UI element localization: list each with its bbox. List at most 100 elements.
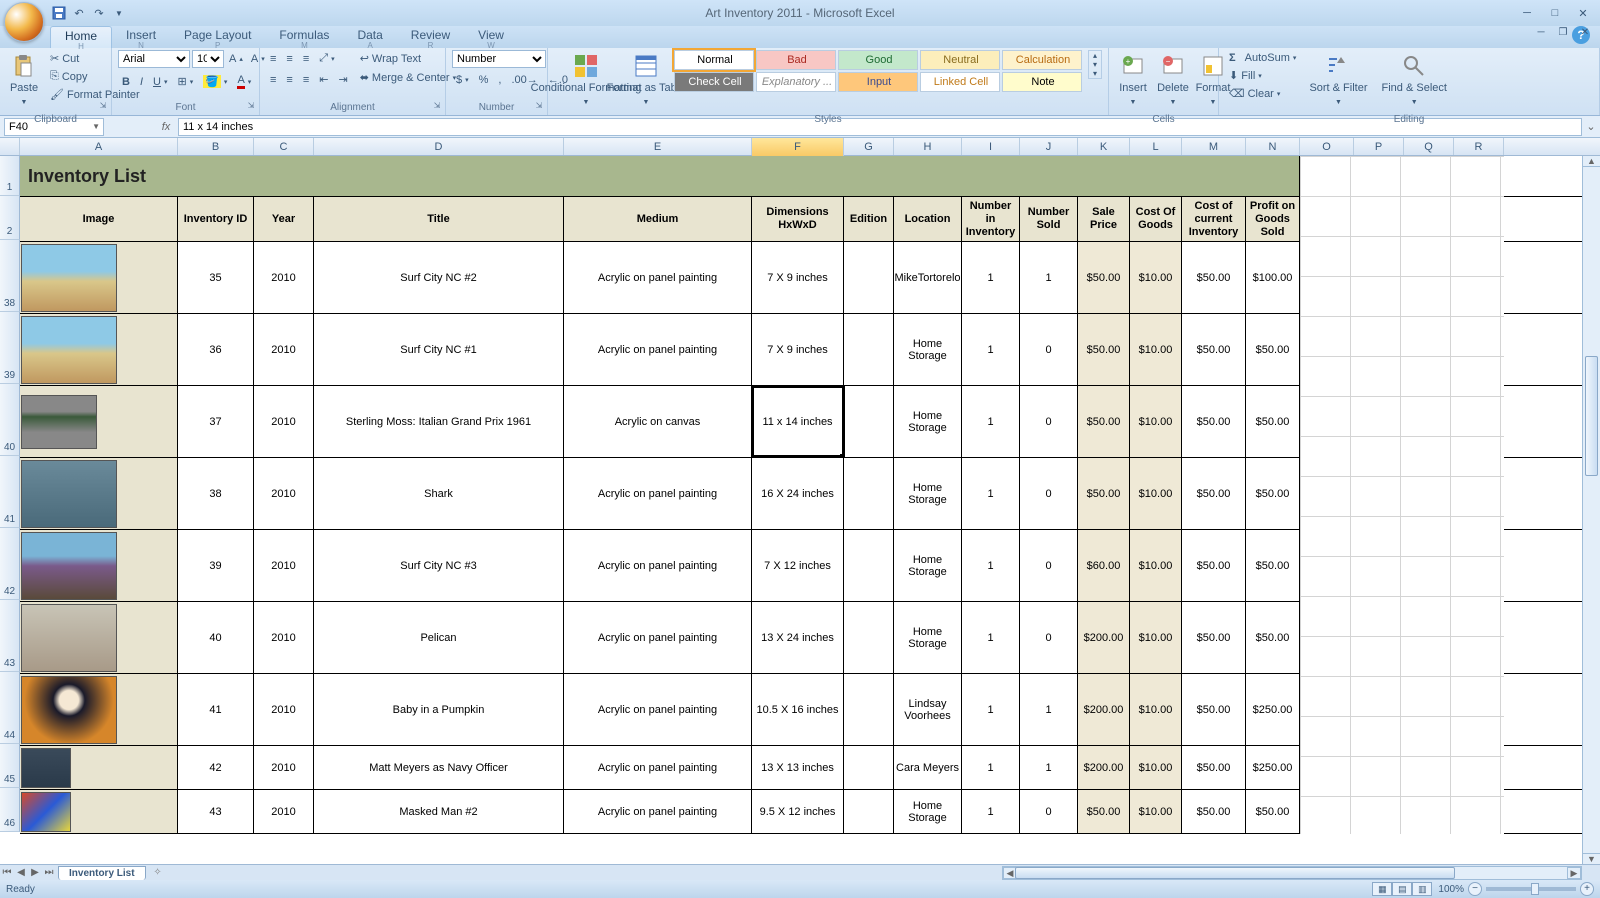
data-cell[interactable]: $10.00 <box>1130 674 1182 745</box>
data-cell[interactable]: Cara Meyers <box>894 746 962 789</box>
format-as-table-button[interactable]: Format as Table▼ <box>622 50 670 112</box>
data-cell[interactable]: $50.00 <box>1182 602 1246 673</box>
align-bottom-button[interactable]: ≡ <box>299 50 313 67</box>
cell-styles-gallery[interactable]: NormalBadGoodNeutralCalculationCheck Cel… <box>674 50 1084 92</box>
column-header-R[interactable]: R <box>1454 138 1504 155</box>
maximize-button[interactable]: □ <box>1544 6 1566 20</box>
data-cell[interactable]: 1 <box>1020 674 1078 745</box>
align-center-button[interactable]: ≡ <box>282 71 296 88</box>
data-cell[interactable]: 41 <box>178 674 254 745</box>
data-cell[interactable]: 1 <box>962 602 1020 673</box>
data-cell[interactable]: $10.00 <box>1130 314 1182 385</box>
dialog-launcher-icon[interactable]: ⇲ <box>245 101 257 113</box>
data-cell[interactable]: 7 X 9 inches <box>752 242 844 313</box>
font-color-button[interactable]: A▾ <box>233 72 255 91</box>
data-cell[interactable]: $50.00 <box>1246 458 1300 529</box>
data-cell[interactable]: 0 <box>1020 602 1078 673</box>
style-normal[interactable]: Normal <box>674 50 754 70</box>
tab-nav-prev-icon[interactable]: ◀ <box>14 867 28 878</box>
data-cell[interactable]: 43 <box>178 790 254 833</box>
data-cell[interactable]: $50.00 <box>1078 386 1130 457</box>
column-header-L[interactable]: L <box>1130 138 1182 155</box>
data-cell[interactable]: $50.00 <box>1078 458 1130 529</box>
underline-button[interactable]: U▾ <box>149 72 171 91</box>
border-button[interactable]: ⊞▾ <box>173 72 197 91</box>
data-cell[interactable]: Lindsay Voorhees <box>894 674 962 745</box>
style-good[interactable]: Good <box>838 50 918 70</box>
data-cell[interactable]: Pelican <box>314 602 564 673</box>
data-cell[interactable]: 1 <box>962 674 1020 745</box>
office-button[interactable] <box>4 2 44 42</box>
align-top-button[interactable]: ≡ <box>266 50 280 67</box>
data-cell[interactable]: $10.00 <box>1130 530 1182 601</box>
number-format-select[interactable]: Number <box>452 50 546 68</box>
data-cell[interactable]: 1 <box>1020 746 1078 789</box>
row-header[interactable]: 42 <box>0 528 20 600</box>
data-cell[interactable] <box>844 602 894 673</box>
data-cell[interactable] <box>844 242 894 313</box>
data-cell[interactable]: 0 <box>1020 530 1078 601</box>
data-cell[interactable]: Acrylic on panel painting <box>564 602 752 673</box>
merge-center-button[interactable]: ⬌Merge & Center▾ <box>356 69 460 86</box>
worksheet-grid[interactable]: 12383940414243444546 Inventory ListImage… <box>0 156 1600 864</box>
row-header[interactable]: 41 <box>0 456 20 528</box>
data-cell[interactable]: 1 <box>962 746 1020 789</box>
zoom-slider[interactable] <box>1486 887 1576 891</box>
dialog-launcher-icon[interactable]: ⇲ <box>533 101 545 113</box>
grow-font-button[interactable]: A▴ <box>226 50 246 68</box>
empty-grid-area[interactable] <box>1300 156 1504 834</box>
data-cell[interactable]: 2010 <box>254 530 314 601</box>
column-header-P[interactable]: P <box>1354 138 1404 155</box>
data-cell[interactable]: 0 <box>1020 458 1078 529</box>
data-cell[interactable]: Home Storage <box>894 458 962 529</box>
row-header[interactable]: 45 <box>0 744 20 788</box>
row-header[interactable]: 1 <box>0 156 20 196</box>
paste-button[interactable]: Paste ▼ <box>6 50 42 112</box>
delete-cells-button[interactable]: −Delete▼ <box>1155 50 1191 112</box>
style-checkcell[interactable]: Check Cell <box>674 72 754 92</box>
style-explanatory[interactable]: Explanatory ... <box>756 72 836 92</box>
undo-icon[interactable]: ↶ <box>70 4 88 22</box>
data-cell[interactable]: 36 <box>178 314 254 385</box>
column-header-E[interactable]: E <box>564 138 752 155</box>
qat-dropdown-icon[interactable]: ▼ <box>110 4 128 22</box>
wrap-text-button[interactable]: ↩Wrap Text <box>356 50 460 67</box>
data-cell[interactable]: 2010 <box>254 602 314 673</box>
align-middle-button[interactable]: ≡ <box>282 50 296 67</box>
data-cell[interactable]: 0 <box>1020 314 1078 385</box>
fill-color-button[interactable]: 🪣▾ <box>199 72 231 91</box>
column-header-M[interactable]: M <box>1182 138 1246 155</box>
row-header[interactable]: 46 <box>0 788 20 832</box>
data-cell[interactable]: 39 <box>178 530 254 601</box>
data-cell[interactable]: 13 X 13 inches <box>752 746 844 789</box>
scroll-right-icon[interactable]: ▶ <box>1567 867 1581 879</box>
data-cell[interactable]: $50.00 <box>1182 314 1246 385</box>
ribbon-tab-formulas[interactable]: FormulasM <box>265 26 343 48</box>
data-cell[interactable]: $200.00 <box>1078 602 1130 673</box>
data-cell[interactable]: $50.00 <box>1182 530 1246 601</box>
style-note[interactable]: Note <box>1002 72 1082 92</box>
data-cell[interactable]: 37 <box>178 386 254 457</box>
data-cell[interactable]: 2010 <box>254 458 314 529</box>
page-layout-view-button[interactable]: ▤ <box>1392 882 1412 896</box>
data-cell[interactable]: Acrylic on canvas <box>564 386 752 457</box>
data-cell[interactable] <box>844 746 894 789</box>
column-header-B[interactable]: B <box>178 138 254 155</box>
data-cell[interactable]: 7 X 12 inches <box>752 530 844 601</box>
data-cell[interactable]: $50.00 <box>1182 674 1246 745</box>
clear-button[interactable]: ⌫Clear▾ <box>1225 85 1300 102</box>
column-header-G[interactable]: G <box>844 138 894 155</box>
data-cell[interactable]: 16 X 24 inches <box>752 458 844 529</box>
data-cell[interactable]: Acrylic on panel painting <box>564 458 752 529</box>
row-header[interactable]: 39 <box>0 312 20 384</box>
doc-close-button[interactable]: ✕ <box>1576 27 1594 39</box>
data-cell[interactable]: $50.00 <box>1246 602 1300 673</box>
zoom-out-button[interactable]: − <box>1468 882 1482 896</box>
data-cell[interactable]: Surf City NC #3 <box>314 530 564 601</box>
data-cell[interactable]: $50.00 <box>1182 458 1246 529</box>
row-header[interactable]: 38 <box>0 240 20 312</box>
data-cell[interactable]: 2010 <box>254 242 314 313</box>
conditional-formatting-button[interactable]: Conditional Formatting▼ <box>554 50 618 112</box>
data-cell[interactable]: $50.00 <box>1078 790 1130 833</box>
data-cell[interactable]: 11 x 14 inches <box>752 386 844 457</box>
